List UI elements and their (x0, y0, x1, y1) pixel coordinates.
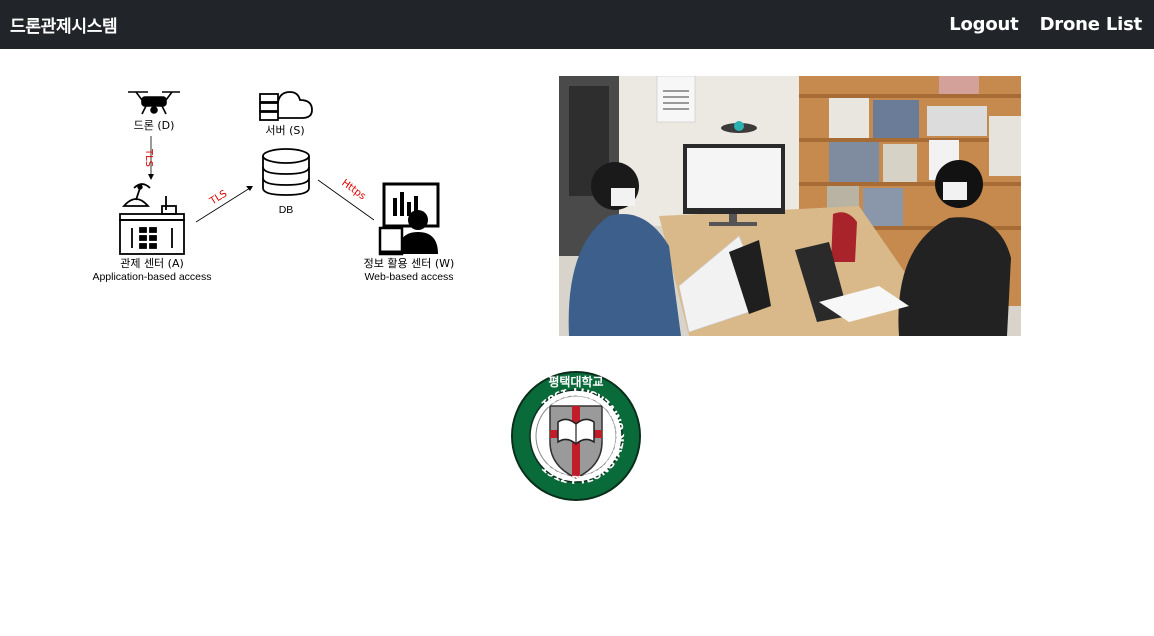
university-seal-logo: 1912 PYEONGTAEK UNIVERSITY 1981 평택대학교 (510, 370, 642, 502)
system-architecture-diagram: 드론 (D) TLS 관제 센터 (A) Application-based a… (80, 76, 480, 296)
control-center-label: 관제 센터 (A) (120, 257, 184, 270)
navbar: 드론관제시스템 Logout Drone List (0, 0, 1154, 49)
lab-photo (559, 76, 1021, 336)
logout-link[interactable]: Logout (949, 14, 1019, 35)
web-center-icon (378, 182, 440, 256)
server-cloud-icon (259, 91, 313, 121)
database-icon (262, 148, 310, 196)
server-label: 서버 (S) (265, 124, 304, 137)
control-center-icon (119, 183, 185, 255)
edge-tls-vertical: TLS (143, 148, 154, 167)
nav-links: Logout Drone List (949, 14, 1142, 35)
drone-label: 드론 (D) (134, 119, 175, 132)
seal-top-text: 평택대학교 (548, 374, 603, 389)
drone-icon (128, 91, 180, 115)
db-label: DB (279, 204, 294, 216)
edge-tls-diagonal: TLS (207, 188, 229, 207)
brand-link[interactable]: 드론관제시스템 (10, 12, 118, 37)
web-center-label: 정보 활용 센터 (W) (364, 256, 455, 270)
drone-list-link[interactable]: Drone List (1040, 14, 1143, 35)
control-center-sublabel: Application-based access (92, 271, 211, 283)
web-center-sublabel: Web-based access (364, 271, 453, 283)
